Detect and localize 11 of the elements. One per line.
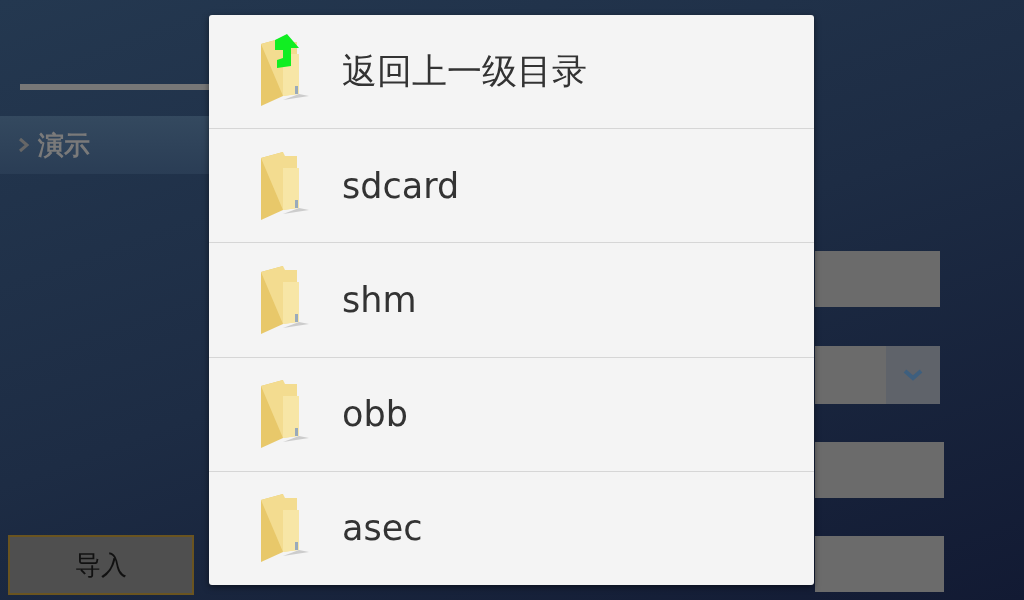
- folder-list-item[interactable]: sdcard: [209, 128, 814, 243]
- chevron-down-icon: [903, 369, 923, 381]
- folder-list-item[interactable]: shm: [209, 242, 814, 357]
- chevron-icon: [18, 137, 30, 153]
- folder-list-item[interactable]: asec: [209, 470, 814, 585]
- input-field[interactable]: [815, 442, 944, 498]
- folder-list-item[interactable]: obb: [209, 356, 814, 471]
- input-field[interactable]: [815, 251, 940, 307]
- dropdown-field[interactable]: [815, 346, 940, 404]
- input-field[interactable]: [815, 536, 944, 592]
- folder-list-item[interactable]: 返回上一级目录: [209, 15, 814, 129]
